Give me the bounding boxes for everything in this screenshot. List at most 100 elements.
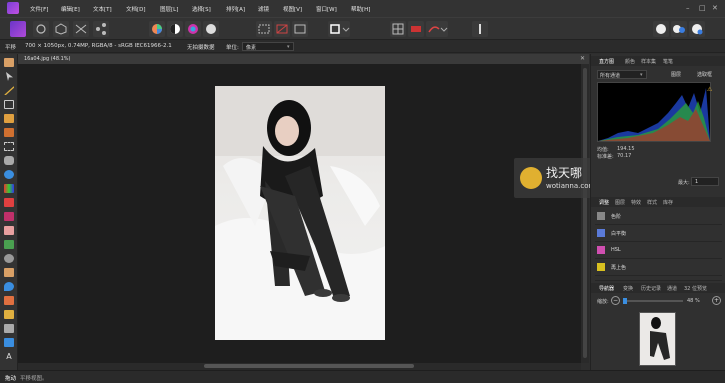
tab-layers[interactable]: 图层 xyxy=(615,199,625,206)
sync-icon[interactable] xyxy=(671,21,687,37)
marquee-option[interactable]: 选取框 xyxy=(697,71,712,78)
text-tool-icon[interactable]: A xyxy=(4,352,14,361)
close-document-icon[interactable]: ✕ xyxy=(580,55,585,62)
white-balance-icon[interactable] xyxy=(203,21,219,37)
color-replacement-icon[interactable] xyxy=(4,212,14,221)
zoom-label: 缩放: xyxy=(597,299,609,305)
menu-arrange[interactable]: 排列[A] xyxy=(226,5,245,13)
tab-brushes[interactable]: 笔笔 xyxy=(663,58,673,65)
adjustment-item[interactable]: HSL xyxy=(595,242,722,259)
fill-tool-icon[interactable] xyxy=(4,170,14,179)
max-input[interactable]: 1 xyxy=(691,177,719,186)
move-tool-icon[interactable] xyxy=(6,72,13,81)
grid-icon[interactable] xyxy=(390,21,406,37)
adjustment-label: 色阶 xyxy=(611,214,622,220)
smudge-brush-icon[interactable] xyxy=(4,296,14,305)
tab-color[interactable]: 颜色 xyxy=(625,58,635,65)
marquee-icon[interactable] xyxy=(256,21,272,37)
hand-tool-icon[interactable] xyxy=(4,58,14,67)
menu-file[interactable]: 文件[F] xyxy=(30,5,48,13)
photo-persona-button[interactable] xyxy=(10,21,26,37)
color-balance-icon[interactable] xyxy=(185,21,201,37)
unit-select[interactable]: 像素 ▾ xyxy=(242,42,294,51)
horizontal-scroll-thumb[interactable] xyxy=(204,364,414,368)
blur-brush-icon[interactable] xyxy=(4,282,14,291)
layer-option[interactable]: 图层 xyxy=(671,71,681,78)
user-icon[interactable] xyxy=(689,21,705,37)
export-persona-icon[interactable] xyxy=(93,21,109,37)
menu-help[interactable]: 帮助[H] xyxy=(351,5,370,13)
assistant-icon[interactable] xyxy=(426,21,448,37)
node-tool-icon[interactable] xyxy=(4,324,14,333)
erase-brush-icon[interactable] xyxy=(4,226,14,235)
invert-selection-icon[interactable] xyxy=(292,21,308,37)
menu-layer[interactable]: 图层[L] xyxy=(160,5,178,13)
toolbar xyxy=(0,17,725,39)
rectangle-marquee-icon[interactable] xyxy=(4,142,14,151)
quick-mask-icon[interactable] xyxy=(328,21,350,37)
menu-text[interactable]: 文本[T] xyxy=(93,5,112,13)
channel-select[interactable]: 所有通道 ▾ xyxy=(597,70,647,79)
vertical-scroll-thumb[interactable] xyxy=(583,68,587,358)
clone-tool-icon[interactable] xyxy=(4,254,14,263)
white-balance-adjust-icon xyxy=(597,229,605,237)
zoom-out-icon[interactable]: − xyxy=(611,296,620,305)
vertical-scrollbar[interactable] xyxy=(581,64,589,363)
tab-adjustments[interactable]: 调整 xyxy=(599,199,609,206)
develop-persona-icon[interactable] xyxy=(53,21,69,37)
menu-edit[interactable]: 编辑[E] xyxy=(61,5,80,13)
navigator-thumbnail[interactable] xyxy=(639,312,676,366)
close-icon[interactable]: ✕ xyxy=(712,4,718,12)
rectangle-tool-icon[interactable] xyxy=(4,338,14,347)
current-tool-label: 平移 xyxy=(5,45,17,51)
snapping-icon[interactable] xyxy=(408,21,424,37)
menu-filters[interactable]: 滤镜 xyxy=(258,5,269,13)
tab-navigator[interactable]: 导航器 xyxy=(599,285,614,292)
zoom-slider-handle[interactable] xyxy=(623,298,627,304)
selection-brush-icon[interactable] xyxy=(4,114,14,123)
flood-select-icon[interactable] xyxy=(4,128,14,137)
tab-effects[interactable]: 特效 xyxy=(631,199,641,206)
deselect-icon[interactable] xyxy=(274,21,290,37)
freehand-select-icon[interactable] xyxy=(4,156,14,165)
pen-tool-icon[interactable] xyxy=(4,310,14,319)
menu-document[interactable]: 文档[D] xyxy=(126,5,146,13)
adjustment-item[interactable]: 白平衡 xyxy=(595,225,722,242)
paint-brush-icon[interactable] xyxy=(4,198,14,207)
tab-stock[interactable]: 库存 xyxy=(663,199,673,206)
healing-brush-icon[interactable] xyxy=(4,268,14,277)
color-wheel-icon[interactable] xyxy=(149,21,165,37)
tab-swatches[interactable]: 样本集 xyxy=(641,58,656,65)
zoom-in-icon[interactable]: + xyxy=(712,296,721,305)
std-value: 70.17 xyxy=(617,153,632,159)
contrast-icon[interactable] xyxy=(167,21,183,37)
tab-histogram[interactable]: 直方图 xyxy=(599,58,614,65)
brush-settings-icon[interactable] xyxy=(472,21,488,37)
horizontal-scrollbar[interactable] xyxy=(18,363,581,370)
zoom-slider[interactable] xyxy=(623,298,683,304)
tab-history[interactable]: 历史记录 xyxy=(641,285,661,292)
color-picker-icon[interactable] xyxy=(4,86,14,95)
tab-32bit-preview[interactable]: 32 位预览 xyxy=(684,285,707,292)
chevron-down-icon: ▾ xyxy=(640,72,643,78)
chat-icon[interactable] xyxy=(653,21,669,37)
maximize-icon[interactable]: □ xyxy=(699,4,706,12)
adjustment-item[interactable]: 黑白 xyxy=(595,276,722,281)
tab-transform[interactable]: 变换 xyxy=(623,285,633,292)
crop-tool-icon[interactable] xyxy=(4,100,14,109)
dodge-brush-icon[interactable] xyxy=(4,240,14,249)
right-panel: 直方图 颜色 样本集 笔笔 所有通道 ▾ 图层 选取框 ⚠ 均值: 194.15… xyxy=(590,54,725,370)
minimize-icon[interactable]: – xyxy=(686,4,690,12)
adjustment-item[interactable]: 色阶 xyxy=(595,208,722,225)
tone-mapping-persona-icon[interactable] xyxy=(73,21,89,37)
document-tab[interactable]: 16a04.jpg (48.1%) ✕ xyxy=(18,54,589,64)
liquify-persona-icon[interactable] xyxy=(33,21,49,37)
menu-select[interactable]: 选择[S] xyxy=(192,5,211,13)
canvas-photo[interactable] xyxy=(215,86,385,340)
tab-styles[interactable]: 样式 xyxy=(647,199,657,206)
adjustment-item[interactable]: 再上色 xyxy=(595,259,722,276)
gradient-tool-icon[interactable] xyxy=(4,184,14,193)
menu-window[interactable]: 窗口[W] xyxy=(316,5,337,13)
tab-channels[interactable]: 通道 xyxy=(667,285,677,292)
menu-view[interactable]: 视图[V] xyxy=(283,5,302,13)
